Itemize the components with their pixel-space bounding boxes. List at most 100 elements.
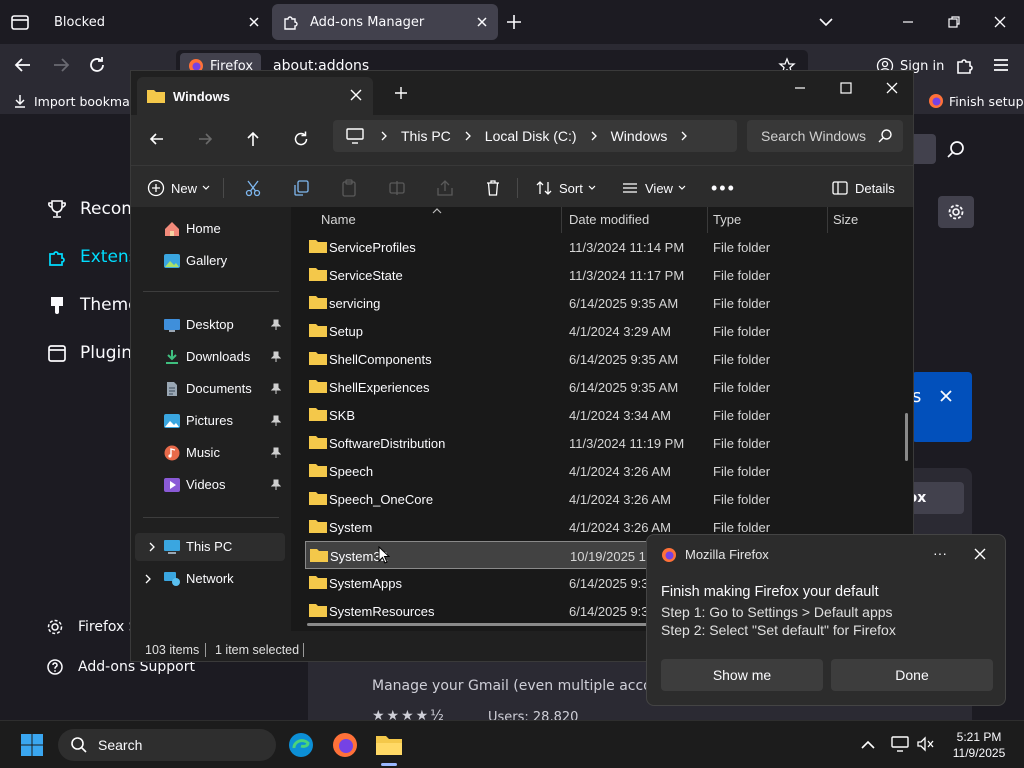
taskbar-edge[interactable] xyxy=(283,727,319,763)
chevron-down-icon[interactable] xyxy=(816,12,836,32)
close-tab-icon[interactable] xyxy=(246,14,262,30)
pin-icon[interactable] xyxy=(271,319,281,331)
taskbar-firefox[interactable] xyxy=(327,727,363,763)
column-header-size[interactable]: Size xyxy=(833,212,858,227)
table-row[interactable]: ServiceState 11/3/2024 11:17 PM File folde… xyxy=(305,261,901,289)
table-row[interactable]: Speech 4/1/2024 3:26 AM File folder xyxy=(305,457,901,485)
pin-icon[interactable] xyxy=(271,383,281,395)
share-icon[interactable] xyxy=(435,176,455,200)
close-tab-icon[interactable] xyxy=(349,88,363,102)
nav-item-network[interactable]: Network xyxy=(131,565,281,593)
cut-icon[interactable] xyxy=(243,176,263,200)
tab-blocked[interactable]: Blocked xyxy=(44,4,270,40)
nav-item-home[interactable]: Home xyxy=(131,215,281,243)
back-arrow-icon[interactable] xyxy=(12,54,34,76)
forward-arrow-icon[interactable] xyxy=(50,54,72,76)
rename-icon[interactable] xyxy=(387,176,407,200)
pin-icon[interactable] xyxy=(271,447,281,459)
address-bar[interactable]: This PC Local Disk (C:) Windows xyxy=(333,120,737,152)
table-row[interactable]: Speech_OneCore 4/1/2024 3:26 AM File folde… xyxy=(305,485,901,513)
nav-item-pictures[interactable]: Pictures xyxy=(131,407,281,435)
nav-item-documents[interactable]: Documents xyxy=(131,375,281,403)
column-header-type[interactable]: Type xyxy=(713,212,741,227)
paste-icon[interactable] xyxy=(339,176,359,200)
minimize-icon[interactable] xyxy=(898,12,918,32)
taskbar-file-explorer[interactable] xyxy=(371,727,407,763)
chevron-right-icon[interactable] xyxy=(147,542,157,552)
up-arrow-icon[interactable] xyxy=(243,129,263,149)
table-row[interactable]: SoftwareDistribution 11/3/2024 11:19 PM Fi… xyxy=(305,429,901,457)
nav-item-videos[interactable]: Videos xyxy=(131,471,281,499)
back-arrow-icon[interactable] xyxy=(147,129,167,149)
column-divider[interactable] xyxy=(827,207,828,233)
table-row[interactable]: ServiceProfiles 11/3/2024 11:14 PM File fo… xyxy=(305,233,901,261)
column-divider[interactable] xyxy=(561,207,562,233)
tab-addons-manager[interactable]: Add-ons Manager xyxy=(272,4,498,40)
maximize-icon[interactable] xyxy=(837,79,855,97)
category-plugins[interactable]: Plugins xyxy=(46,342,141,364)
column-header-name[interactable]: Name xyxy=(321,212,356,227)
table-row[interactable]: Setup 4/1/2024 3:29 AM File folder xyxy=(305,317,901,345)
delete-icon[interactable] xyxy=(483,176,503,200)
chevron-right-icon[interactable] xyxy=(143,574,153,584)
see-more-icon[interactable]: ••• xyxy=(711,176,736,200)
show-me-button[interactable]: Show me xyxy=(661,659,823,691)
search-icon[interactable] xyxy=(877,128,893,144)
explorer-tab-windows[interactable]: Windows xyxy=(137,77,373,115)
nav-item-gallery[interactable]: Gallery xyxy=(131,247,281,275)
horizontal-scrollbar[interactable] xyxy=(307,623,667,626)
forward-arrow-icon[interactable] xyxy=(195,129,215,149)
nav-item-music[interactable]: Music xyxy=(131,439,281,467)
close-window-icon[interactable] xyxy=(990,12,1010,32)
column-divider[interactable] xyxy=(707,207,708,233)
refresh-icon[interactable] xyxy=(291,129,311,149)
copy-icon[interactable] xyxy=(291,176,311,200)
table-row[interactable]: SKB 4/1/2024 3:34 AM File folder xyxy=(305,401,901,429)
close-tab-icon[interactable] xyxy=(474,14,490,30)
chevron-up-icon[interactable] xyxy=(860,737,876,753)
chevron-right-icon[interactable] xyxy=(679,131,689,141)
sort-button[interactable]: Sort xyxy=(535,176,603,200)
new-button[interactable]: New xyxy=(147,176,217,200)
chevron-right-icon[interactable] xyxy=(463,131,473,141)
pin-icon[interactable] xyxy=(271,351,281,363)
extensions-icon[interactable] xyxy=(954,54,976,76)
breadcrumb-windows[interactable]: Windows xyxy=(611,128,668,144)
nav-item-desktop[interactable]: Desktop xyxy=(131,311,281,339)
nav-item-downloads[interactable]: Downloads xyxy=(131,343,281,371)
taskbar-clock[interactable]: 5:21 PM 11/9/2025 xyxy=(944,729,1014,761)
view-button[interactable]: View xyxy=(621,176,693,200)
tools-gear-button[interactable] xyxy=(938,196,974,228)
start-windows-icon[interactable] xyxy=(20,733,44,757)
close-icon[interactable] xyxy=(938,388,954,404)
nav-item-this-pc[interactable]: This PC xyxy=(135,533,285,561)
more-options-icon[interactable]: ··· xyxy=(933,545,947,561)
minimize-icon[interactable] xyxy=(791,79,809,97)
table-row[interactable]: ShellExperiences 6/14/2025 9:35 AM File fo… xyxy=(305,373,901,401)
pin-icon[interactable] xyxy=(271,479,281,491)
volume-muted-icon[interactable] xyxy=(916,735,936,753)
table-row[interactable]: servicing 6/14/2025 9:35 AM File folder xyxy=(305,289,901,317)
pin-icon[interactable] xyxy=(271,415,281,427)
reload-icon[interactable] xyxy=(86,54,108,76)
details-button[interactable]: Details xyxy=(831,176,895,200)
close-window-icon[interactable] xyxy=(883,79,901,97)
new-tab-icon[interactable] xyxy=(504,12,524,32)
explorer-search-input[interactable]: Search Windows xyxy=(747,120,903,152)
vertical-scrollbar[interactable] xyxy=(905,413,908,461)
hamburger-menu-icon[interactable] xyxy=(990,54,1012,76)
search-icon[interactable] xyxy=(946,140,966,160)
breadcrumb-local-disk[interactable]: Local Disk (C:) xyxy=(485,128,577,144)
chevron-right-icon[interactable] xyxy=(589,131,599,141)
breadcrumb-this-pc[interactable]: This PC xyxy=(401,128,451,144)
firefox-view-icon[interactable] xyxy=(8,10,32,34)
table-row[interactable]: ShellComponents 6/14/2025 9:35 AM File fol… xyxy=(305,345,901,373)
restore-icon[interactable] xyxy=(944,12,964,32)
finish-setup-button[interactable]: Finish setup xyxy=(928,90,1024,112)
new-tab-icon[interactable] xyxy=(393,85,409,101)
network-status-icon[interactable] xyxy=(890,735,910,753)
close-icon[interactable] xyxy=(973,547,987,561)
column-header-date[interactable]: Date modified xyxy=(569,212,649,227)
done-button[interactable]: Done xyxy=(831,659,993,691)
taskbar-search-box[interactable]: Search xyxy=(58,729,276,761)
